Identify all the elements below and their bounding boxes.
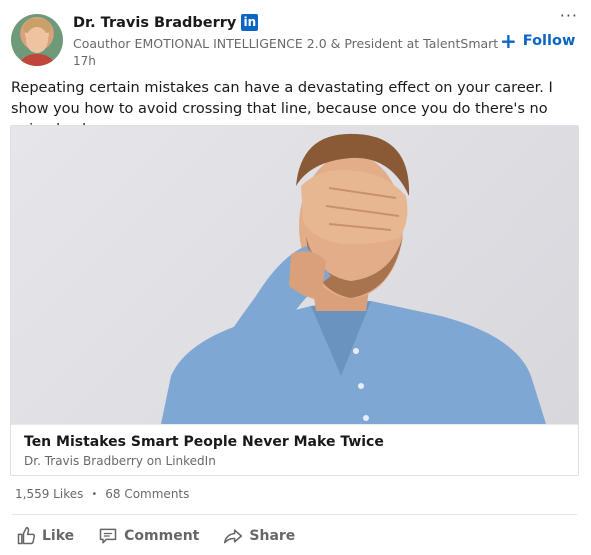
like-button[interactable]: Like <box>16 526 74 546</box>
article-source: Dr. Travis Bradberry on LinkedIn <box>24 454 216 468</box>
comment-icon <box>99 528 117 544</box>
article-title[interactable]: Ten Mistakes Smart People Never Make Twi… <box>24 434 384 450</box>
social-counts: 1,559 Likes • 68 Comments <box>15 487 189 501</box>
likes-count[interactable]: 1,559 Likes <box>15 487 83 501</box>
comments-count[interactable]: 68 Comments <box>105 487 189 501</box>
social-actions: Like Comment Share <box>16 526 319 546</box>
follow-button[interactable]: + Follow <box>500 29 576 53</box>
author-name-row: Dr. Travis Bradberry in <box>73 14 259 31</box>
facepalm-photo <box>161 133 546 424</box>
comment-button[interactable]: Comment <box>98 526 199 546</box>
share-button[interactable]: Share <box>223 526 295 546</box>
plus-icon: + <box>500 29 517 53</box>
author-name[interactable]: Dr. Travis Bradberry <box>73 15 236 31</box>
like-label: Like <box>42 528 75 544</box>
linkedin-influencer-icon: in <box>241 14 259 31</box>
share-label: Share <box>249 528 296 544</box>
avatar-face <box>26 27 48 53</box>
author-avatar[interactable] <box>11 14 63 66</box>
comment-label: Comment <box>124 528 200 544</box>
author-headline: Coauthor EMOTIONAL INTELLIGENCE 2.0 & Pr… <box>73 36 499 51</box>
article-meta: Ten Mistakes Smart People Never Make Twi… <box>11 424 578 475</box>
article-card[interactable]: Ten Mistakes Smart People Never Make Twi… <box>10 125 579 476</box>
follow-label: Follow <box>522 33 576 49</box>
more-options-icon[interactable]: ··· <box>560 8 578 24</box>
article-image <box>11 126 578 424</box>
thumbs-up-icon <box>17 526 36 545</box>
post-timestamp: 17h <box>73 54 96 68</box>
avatar-shirt <box>17 54 57 66</box>
separator-dot: • <box>91 488 98 500</box>
divider <box>12 514 577 515</box>
share-icon <box>224 529 243 544</box>
